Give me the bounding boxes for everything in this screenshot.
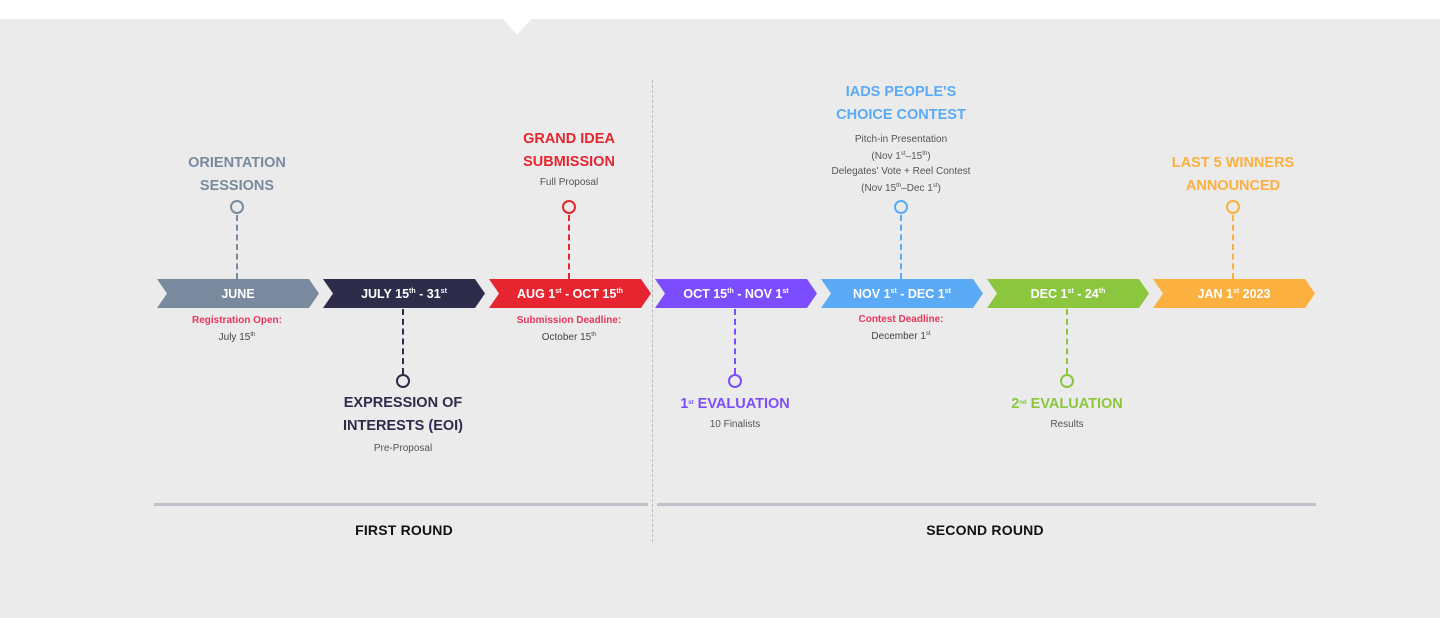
milestone-first-eval-subtitle: 10 Finalists	[709, 419, 761, 430]
milestone-peoples-choice-subtitle: Pitch-in Presentation (Nov 1st–15th) Del…	[831, 134, 971, 194]
milestone-first-eval-connector	[734, 309, 736, 374]
milestone-peoples-choice-connector	[900, 215, 902, 279]
milestone-grand-idea-connector	[568, 215, 570, 279]
milestone-eoi-subtitle: Pre-Proposal	[373, 443, 433, 454]
timeline-arrow-nov-dec: NOV 1st - DEC 1st	[821, 279, 983, 308]
registration-note: Registration Open: July 15th	[191, 315, 282, 343]
milestone-orientation-connector	[236, 215, 238, 279]
milestone-first-eval-dot	[728, 374, 742, 388]
milestone-first-eval-title: 1st EVALUATION	[680, 396, 790, 412]
milestone-winners-title: LAST 5 WINNERS ANNOUNCED	[1171, 155, 1295, 194]
timeline-arrow-july: JULY 15th - 31st	[323, 279, 485, 308]
milestone-orientation-dot	[230, 200, 244, 214]
milestone-peoples-choice-dot	[894, 200, 908, 214]
milestone-peoples-choice-title: IADS PEOPLE'S CHOICE CONTEST	[836, 84, 966, 123]
milestone-second-eval-subtitle: Results	[1050, 419, 1084, 430]
first-round-label: FIRST ROUND	[355, 522, 453, 538]
milestone-second-eval-dot	[1060, 374, 1074, 388]
arrow-label: NOV 1st - DEC 1st	[853, 286, 951, 301]
timeline-arrow-june: JUNE	[157, 279, 319, 308]
milestone-second-eval-connector	[1066, 309, 1068, 374]
contest-note: Contest Deadline: December 1st	[858, 314, 944, 342]
milestone-eoi-dot	[396, 374, 410, 388]
arrow-label: DEC 1st - 24th	[1030, 286, 1106, 301]
milestone-grand-idea-dot	[562, 200, 576, 214]
second-round-label: SECOND ROUND	[926, 522, 1044, 538]
timeline-arrow-dec: DEC 1st - 24th	[987, 279, 1149, 308]
timeline-arrow-jan: JAN 1st 2023	[1153, 279, 1315, 308]
top-bar	[0, 0, 1440, 19]
timeline-arrow-oct-nov: OCT 15th - NOV 1st	[655, 279, 817, 308]
arrow-label: JULY 15th - 31st	[361, 286, 447, 301]
top-notch	[502, 18, 532, 35]
arrow-label: OCT 15th - NOV 1st	[683, 286, 789, 301]
arrow-label: JUNE	[221, 286, 255, 301]
milestone-eoi-connector	[402, 309, 404, 374]
timeline-arrow-aug-oct: AUG 1st - OCT 15th	[489, 279, 651, 308]
arrow-label: AUG 1st - OCT 15th	[517, 286, 623, 301]
milestone-grand-idea-title: GRAND IDEA SUBMISSION	[523, 131, 615, 170]
milestone-second-eval-title: 2nd EVALUATION	[1011, 396, 1123, 412]
first-round-line	[154, 503, 648, 506]
submission-note: Submission Deadline: October 15th	[516, 315, 622, 343]
arrow-label: JAN 1st 2023	[1197, 286, 1271, 301]
milestone-eoi-title: EXPRESSION OF INTERESTS (EOI)	[342, 395, 464, 434]
milestone-grand-idea-subtitle: Full Proposal	[539, 177, 599, 188]
milestone-winners-dot	[1226, 200, 1240, 214]
milestone-orientation-title: ORIENTATION SESSIONS	[188, 155, 286, 194]
milestone-winners-connector	[1232, 215, 1234, 279]
second-round-line	[657, 503, 1316, 506]
